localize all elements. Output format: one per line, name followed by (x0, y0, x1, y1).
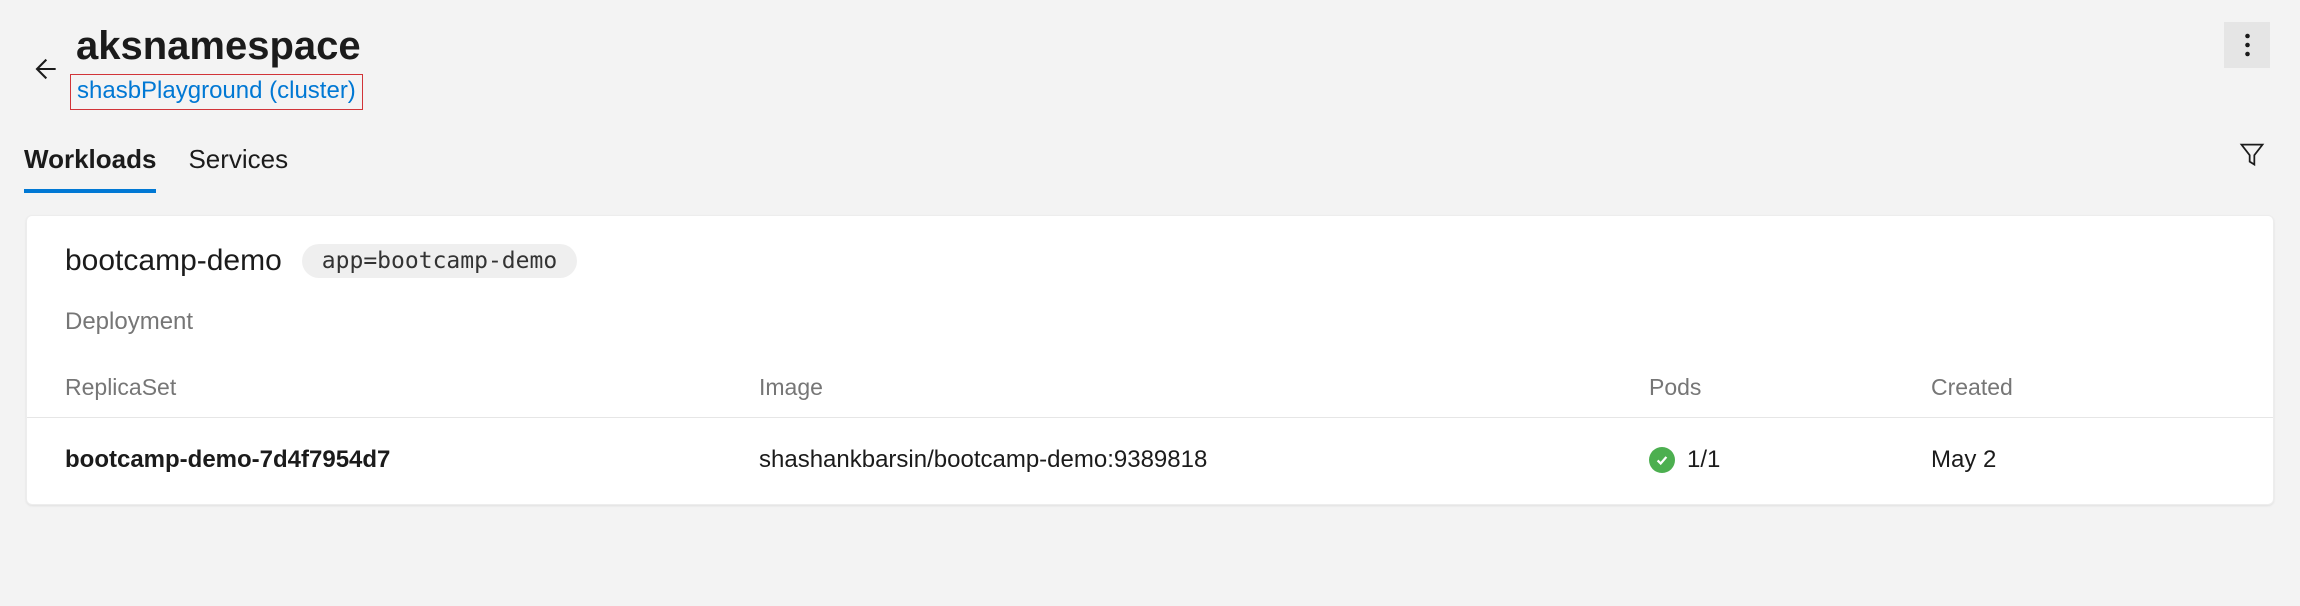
col-header-pods: Pods (1649, 374, 1931, 401)
workload-card: bootcamp-demo app=bootcamp-demo Deployme… (26, 215, 2274, 505)
filter-icon[interactable] (2238, 140, 2266, 174)
replicaset-table: ReplicaSet Image Pods Created bootcamp-d… (65, 374, 2235, 504)
col-header-created: Created (1931, 374, 2235, 401)
col-header-image: Image (759, 374, 1649, 401)
cell-replicaset: bootcamp-demo-7d4f7954d7 (65, 446, 759, 474)
page-title: aksnamespace (76, 22, 363, 70)
more-menu-button[interactable] (2224, 22, 2270, 68)
cell-created: May 2 (1931, 446, 2235, 474)
col-header-replicaset: ReplicaSet (65, 374, 759, 401)
tab-workloads[interactable]: Workloads (24, 134, 156, 193)
cell-image: shashankbarsin/bootcamp-demo:9389818 (759, 446, 1649, 474)
tab-services[interactable]: Services (188, 134, 288, 193)
deployment-name: bootcamp-demo (65, 244, 282, 278)
table-header: ReplicaSet Image Pods Created (65, 374, 2235, 417)
status-ok-icon (1649, 447, 1675, 473)
cell-pods: 1/1 (1649, 446, 1931, 474)
table-row[interactable]: bootcamp-demo-7d4f7954d7 shashankbarsin/… (65, 418, 2235, 504)
deployment-type: Deployment (65, 308, 2235, 336)
cluster-link[interactable]: shasbPlayground (cluster) (70, 74, 363, 110)
pods-count: 1/1 (1687, 446, 1720, 474)
kebab-icon (2245, 33, 2250, 57)
back-arrow-icon[interactable] (30, 55, 58, 83)
deployment-tag: app=bootcamp-demo (302, 244, 577, 278)
